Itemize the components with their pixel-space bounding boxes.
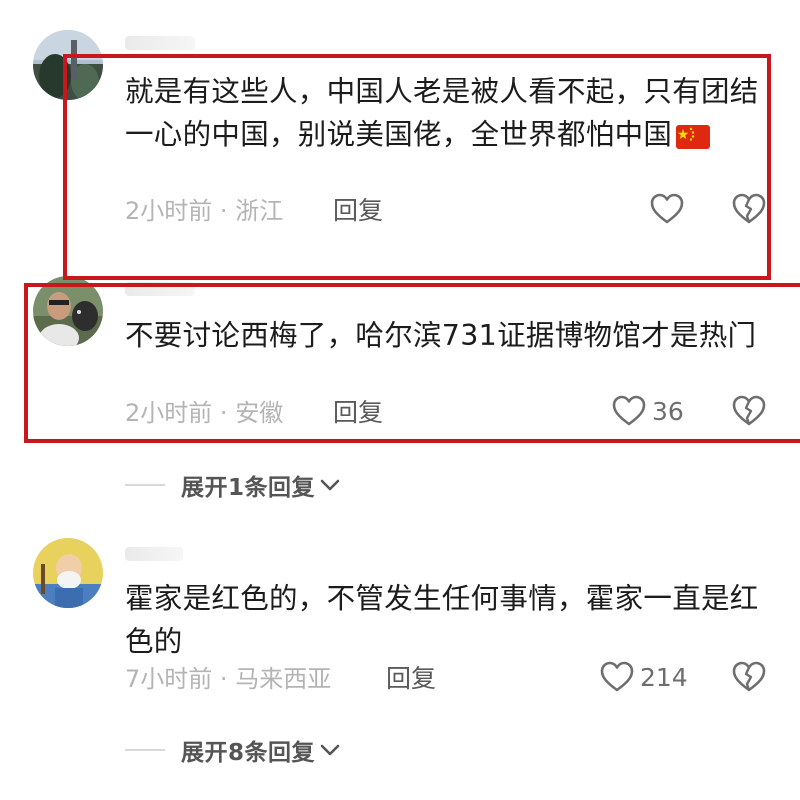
comment-body: 不要讨论西梅了，哈尔滨731证据博物馆才是热门 [125, 319, 757, 352]
expand-replies-button[interactable]: 展开1条回复 [125, 468, 341, 502]
chevron-down-icon [320, 479, 340, 491]
comment-body: 就是有这些人，中国人老是被人看不起，只有团结一心的中国，别说美国佬，全世界都怕中… [125, 75, 759, 151]
username[interactable]: 用户 [125, 547, 183, 561]
china-flag-icon [676, 125, 711, 149]
dislike-button[interactable] [732, 193, 766, 225]
expand-replies-button[interactable]: 展开8条回复 [125, 733, 341, 767]
dislike-button[interactable] [732, 395, 766, 427]
broken-heart-icon [732, 661, 766, 692]
comment-list: 用户 就是有这些人，中国人老是被人看不起，只有团结一心的中国，别说美国佬，全世界… [0, 0, 800, 800]
broken-heart-icon [732, 193, 766, 224]
reply-button[interactable]: 回复 [333, 398, 383, 428]
username[interactable]: 用户 [125, 36, 195, 50]
dislike-button[interactable] [732, 661, 766, 693]
heart-outline-icon [600, 661, 634, 692]
comment-meta: 2小时前 · 安徽 [125, 398, 283, 428]
avatar-image [33, 538, 103, 608]
expand-replies-label: 展开8条回复 [181, 740, 316, 766]
timestamp: 2小时前 [125, 197, 213, 225]
comment-text: 就是有这些人，中国人老是被人看不起，只有团结一心的中国，别说美国佬，全世界都怕中… [125, 70, 765, 156]
meta-separator: · [219, 665, 228, 693]
meta-separator: · [219, 197, 228, 225]
comment-meta: 7小时前 · 马来西亚 [125, 664, 331, 694]
comment-text: 霍家是红色的，不管发生任何事情，霍家一直是红色的 [125, 577, 765, 663]
reply-button[interactable]: 回复 [386, 664, 436, 694]
like-count: 214 [640, 662, 688, 692]
timestamp: 2小时前 [125, 399, 213, 427]
timestamp: 7小时前 [125, 665, 213, 693]
avatar-image [33, 276, 103, 346]
avatar[interactable] [33, 30, 103, 100]
heart-outline-icon [612, 395, 646, 426]
like-button[interactable] [650, 193, 684, 225]
meta-separator: · [219, 399, 228, 427]
comment-text: 不要讨论西梅了，哈尔滨731证据博物馆才是热门 [125, 314, 765, 357]
like-button[interactable]: 36 [612, 395, 684, 427]
reply-button[interactable]: 回复 [333, 196, 383, 226]
avatar[interactable] [33, 276, 103, 346]
location: 浙江 [235, 197, 284, 225]
expand-divider-line [125, 484, 165, 486]
avatar[interactable] [33, 538, 103, 608]
like-count: 36 [652, 396, 684, 426]
chevron-down-icon [320, 744, 340, 756]
location: 马来西亚 [235, 665, 332, 693]
expand-replies-label: 展开1条回复 [181, 475, 316, 501]
comment-meta: 2小时前 · 浙江 [125, 196, 283, 226]
avatar-image [33, 30, 103, 100]
expand-divider-line [125, 749, 165, 751]
comment-body: 霍家是红色的，不管发生任何事情，霍家一直是红色的 [125, 582, 759, 658]
username[interactable]: 用户 [125, 282, 195, 296]
broken-heart-icon [732, 395, 766, 426]
like-button[interactable]: 214 [600, 661, 688, 693]
location: 安徽 [235, 399, 284, 427]
heart-outline-icon [650, 193, 684, 224]
